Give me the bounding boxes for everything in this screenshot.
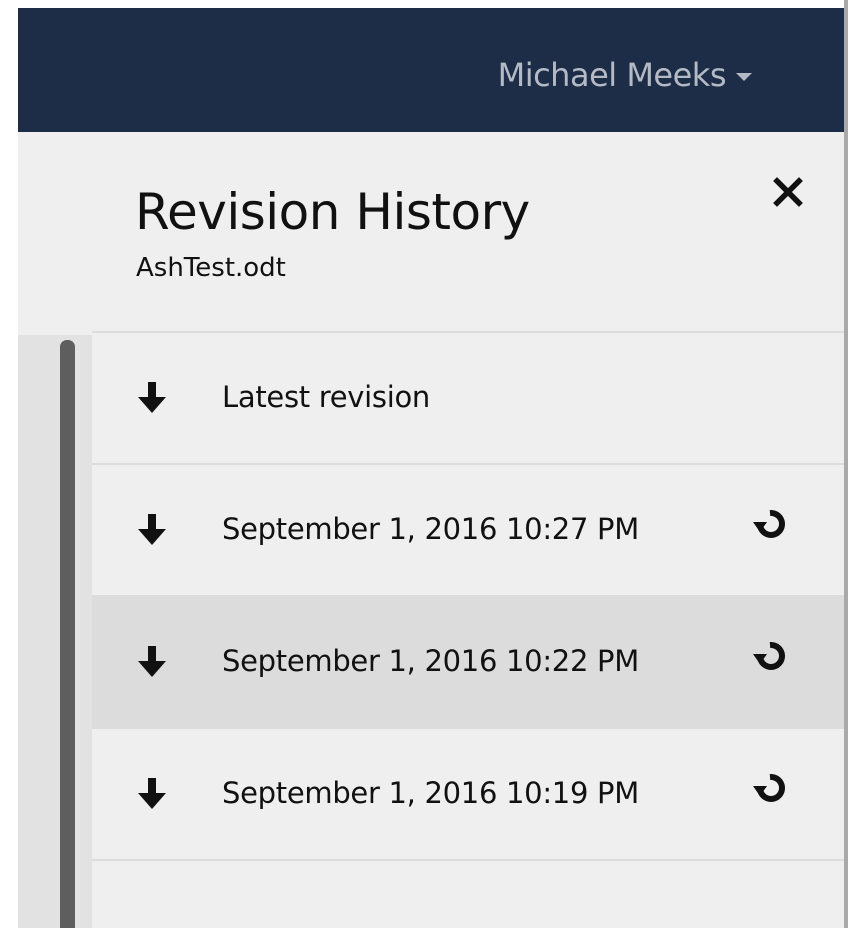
document-area [18, 335, 92, 928]
revision-item-selected[interactable]: September 1, 2016 10:22 PM [92, 595, 844, 727]
user-menu[interactable]: Michael Meeks [498, 56, 752, 94]
revision-label: September 1, 2016 10:22 PM [222, 644, 639, 678]
download-icon[interactable] [134, 643, 170, 679]
download-icon[interactable] [134, 775, 170, 811]
close-icon [773, 177, 803, 207]
revision-label: September 1, 2016 10:19 PM [222, 776, 639, 810]
revision-label: Latest revision [222, 380, 430, 414]
revision-list: Latest revision September 1, 2016 10:27 … [92, 331, 844, 861]
window-edge [844, 0, 848, 928]
restore-icon[interactable] [750, 635, 790, 675]
download-icon[interactable] [134, 379, 170, 415]
page: Michael Meeks Revision History AshTest.o… [0, 0, 860, 928]
download-icon[interactable] [134, 511, 170, 547]
revision-item[interactable]: September 1, 2016 10:19 PM [92, 727, 844, 861]
revision-label: September 1, 2016 10:27 PM [222, 512, 639, 546]
restore-icon[interactable] [750, 503, 790, 543]
close-button[interactable] [768, 172, 808, 212]
revision-item[interactable]: September 1, 2016 10:27 PM [92, 463, 844, 595]
revision-item-latest[interactable]: Latest revision [92, 331, 844, 463]
user-name: Michael Meeks [497, 56, 727, 94]
top-nav-bar: Michael Meeks [18, 8, 844, 132]
document-scrollbar[interactable] [60, 340, 75, 928]
restore-icon[interactable] [750, 767, 790, 807]
panel-title: Revision History [135, 183, 530, 241]
chevron-down-icon [736, 73, 752, 81]
document-filename: AshTest.odt [136, 253, 286, 283]
